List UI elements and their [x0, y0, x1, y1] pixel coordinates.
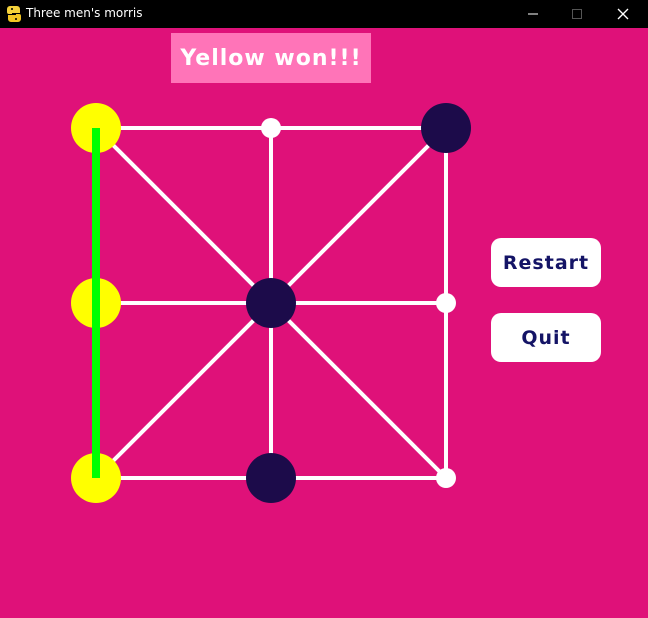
quit-button[interactable]: Quit — [491, 313, 601, 362]
dark-piece[interactable] — [421, 103, 471, 153]
dark-piece[interactable] — [246, 278, 296, 328]
title-bar[interactable]: Three men's morris — [0, 0, 648, 28]
maximize-icon — [572, 9, 582, 19]
window-title: Three men's morris — [26, 6, 143, 20]
empty-point[interactable] — [261, 118, 281, 138]
restart-button[interactable]: Restart — [491, 238, 601, 287]
dark-piece[interactable] — [246, 453, 296, 503]
python-icon — [6, 5, 22, 23]
empty-point[interactable] — [436, 293, 456, 313]
winning-line — [92, 128, 100, 478]
minimize-button[interactable] — [510, 0, 556, 28]
maximize-button[interactable] — [554, 0, 600, 28]
game-area: Yellow won!!! Restart Quit — [0, 28, 648, 618]
winning-line-layer — [92, 128, 100, 478]
empty-point[interactable] — [436, 468, 456, 488]
close-button[interactable] — [600, 0, 646, 28]
game-window: Three men's morris Yellow won!!! Restart… — [0, 0, 648, 618]
close-icon — [617, 8, 629, 20]
minimize-icon — [528, 13, 538, 15]
